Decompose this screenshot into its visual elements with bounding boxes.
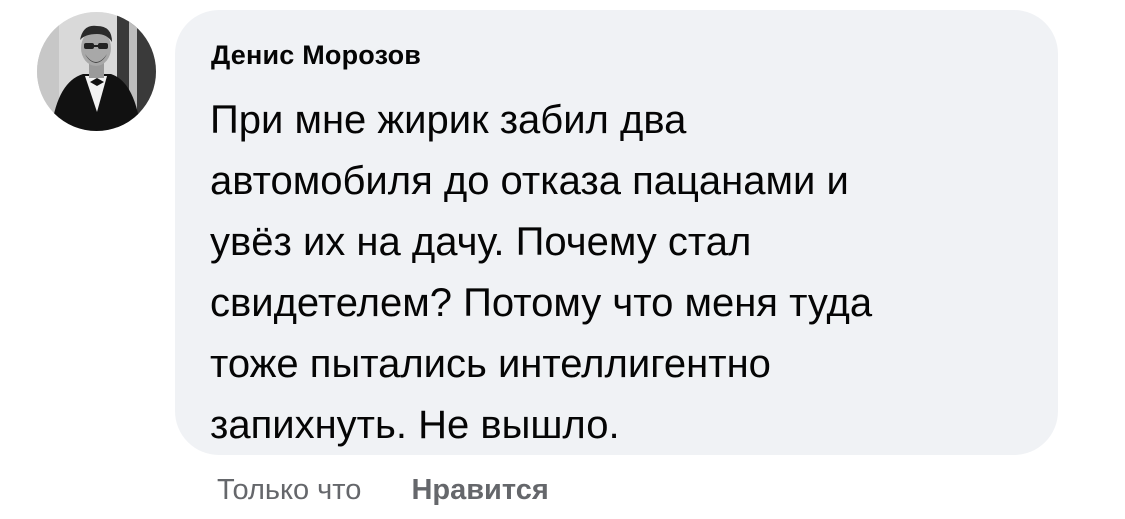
avatar[interactable] bbox=[37, 12, 156, 131]
comment-meta: Только что Нравится bbox=[217, 470, 549, 510]
like-button[interactable]: Нравится bbox=[411, 474, 548, 506]
comment-timestamp[interactable]: Только что bbox=[217, 474, 361, 506]
comment-text-line: При мне жирик забил два bbox=[210, 98, 687, 142]
comment-bubble: Денис Морозов При мне жирик забил два ав… bbox=[175, 10, 1058, 455]
comment-text-line: автомобиля до отказа пацанами и bbox=[210, 159, 849, 203]
comment-text-line: свидетелем? Потому что меня туда bbox=[210, 281, 873, 325]
comment-text-line: тоже пытались интеллигентно bbox=[210, 342, 771, 386]
comment-text: При мне жирик забил два автомобиля до от… bbox=[210, 90, 1030, 456]
comment-text-line: запихнуть. Не вышло. bbox=[210, 403, 620, 447]
comment-author[interactable]: Денис Морозов bbox=[211, 40, 421, 71]
comment-text-line: увёз их на дачу. Почему стал bbox=[210, 220, 752, 264]
profile-photo bbox=[37, 12, 156, 131]
